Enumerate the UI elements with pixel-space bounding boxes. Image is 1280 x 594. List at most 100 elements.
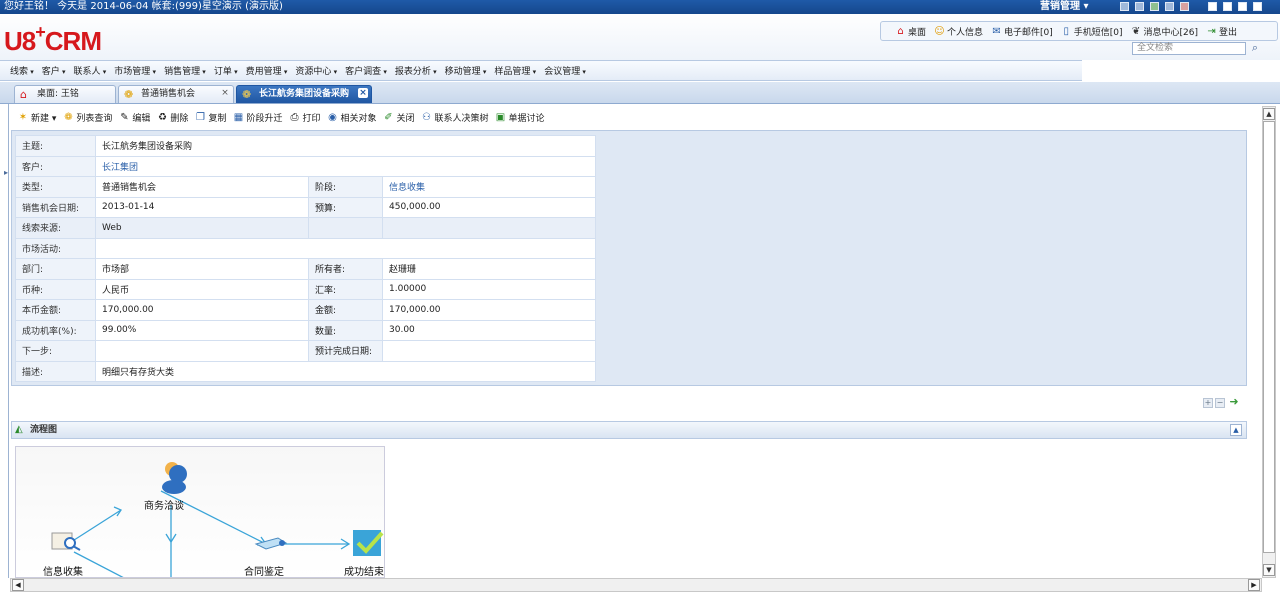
discussion-icon: ▣ bbox=[495, 111, 506, 123]
field-label: 预计完成日期: bbox=[308, 340, 383, 362]
menu-leads[interactable]: 线索 bbox=[10, 64, 34, 77]
search-icon[interactable]: ⌕ bbox=[1248, 41, 1262, 55]
opportunity-icon: ❁ bbox=[242, 88, 252, 101]
window-icon[interactable] bbox=[1253, 2, 1262, 11]
chart-icon: ◭ bbox=[15, 424, 23, 435]
local-amount-value: 170,000.00 bbox=[95, 299, 309, 321]
tab-opportunity-list[interactable]: ❁ 普通销售机会 × bbox=[118, 85, 234, 103]
customer-link[interactable]: 长江集团 bbox=[95, 155, 596, 177]
field-label: 类型: bbox=[15, 176, 96, 198]
budget-value: 450,000.00 bbox=[382, 196, 596, 218]
field-label: 主题: bbox=[15, 135, 96, 157]
type-value: 普通销售机会 bbox=[95, 176, 309, 198]
flow-node-contract[interactable]: 合同鉴定 bbox=[244, 563, 284, 577]
owner-value: 赵珊珊 bbox=[382, 258, 596, 280]
menu-customers[interactable]: 客户 bbox=[42, 64, 66, 77]
menu-resources[interactable]: 资源中心 bbox=[295, 64, 337, 77]
related-objects-button[interactable]: ◉ 相关对象 bbox=[326, 111, 376, 124]
scroll-down-icon[interactable]: ▼ bbox=[1263, 564, 1275, 576]
layout-icon[interactable] bbox=[1135, 2, 1144, 11]
currency-value: 人民币 bbox=[95, 278, 309, 300]
menu-orders[interactable]: 订单 bbox=[214, 64, 238, 77]
horizontal-scrollbar[interactable]: ◀ ▶ bbox=[10, 578, 1262, 592]
field-label: 下一步: bbox=[15, 340, 96, 362]
tab-opportunity-detail[interactable]: ❁ 长江航务集团设备采购 × bbox=[236, 85, 372, 103]
search-input[interactable]: 全文检索 bbox=[1132, 42, 1246, 55]
field-label: 客户: bbox=[15, 155, 96, 177]
menu-survey[interactable]: 客户调查 bbox=[345, 64, 387, 77]
flow-node-negotiation[interactable]: 商务洽谈 bbox=[144, 497, 184, 512]
menu-expenses[interactable]: 费用管理 bbox=[246, 64, 288, 77]
close-icon[interactable]: × bbox=[358, 88, 368, 98]
logo: U8+CRM bbox=[4, 22, 102, 56]
module-selector[interactable]: 营销管理 ▾ bbox=[1040, 0, 1089, 14]
close-button[interactable]: ✐ 关闭 bbox=[383, 111, 414, 124]
success-node-icon bbox=[353, 530, 384, 556]
contact-tree-button[interactable]: ⚇ 联系人决策树 bbox=[421, 111, 489, 124]
layout-icon[interactable] bbox=[1165, 2, 1174, 11]
detail-panel: 主题: 长江航务集团设备采购 客户: 长江集团 类型: 普通销售机会 阶段: 信… bbox=[11, 130, 1247, 386]
collapse-icon[interactable]: ▲ bbox=[1230, 424, 1242, 436]
edit-button[interactable]: ✎ 编辑 bbox=[118, 111, 150, 124]
window-icon[interactable] bbox=[1223, 2, 1232, 11]
edit-icon: ✎ bbox=[120, 111, 129, 123]
expand-icon[interactable]: + bbox=[1203, 398, 1213, 408]
new-button[interactable]: ✶ 新建 ▾ bbox=[17, 111, 57, 124]
field-label: 成功机率(%): bbox=[15, 319, 96, 341]
close-doc-icon: ✐ bbox=[384, 111, 393, 123]
field-label: 阶段: bbox=[308, 176, 383, 198]
print-icon: ⎙ bbox=[290, 111, 299, 123]
list-query-button[interactable]: ❁ 列表查询 bbox=[62, 111, 112, 124]
email-link[interactable]: ✉ 电子邮件[0] bbox=[991, 25, 1052, 38]
menu-contacts[interactable]: 联系人 bbox=[74, 64, 107, 77]
scroll-left-icon[interactable]: ◀ bbox=[12, 579, 24, 591]
close-icon[interactable]: × bbox=[220, 88, 230, 98]
layout-icon[interactable] bbox=[1180, 2, 1189, 11]
layout-icon[interactable] bbox=[1120, 2, 1129, 11]
field-label: 线索来源: bbox=[15, 217, 96, 239]
delete-icon: ♻ bbox=[157, 111, 167, 123]
flowchart-header: ◭ 流程图 ▲ bbox=[11, 421, 1247, 439]
window-icon[interactable] bbox=[1208, 2, 1217, 11]
copy-button[interactable]: ❐ 复制 bbox=[194, 111, 227, 124]
scroll-thumb[interactable] bbox=[1263, 121, 1275, 553]
menu-mobile[interactable]: 移动管理 bbox=[445, 64, 487, 77]
query-icon: ❁ bbox=[64, 111, 73, 123]
delete-button[interactable]: ♻ 删除 bbox=[156, 111, 189, 124]
print-button[interactable]: ⎙ 打印 bbox=[288, 111, 320, 124]
discussion-button[interactable]: ▣ 单据讨论 bbox=[495, 111, 545, 124]
scroll-up-icon[interactable]: ▲ bbox=[1263, 108, 1275, 120]
menu-marketing[interactable]: 市场管理 bbox=[114, 64, 156, 77]
sms-link[interactable]: ▯ 手机短信[0] bbox=[1061, 25, 1123, 38]
menu-sales[interactable]: 销售管理 bbox=[164, 64, 206, 77]
campaign-value bbox=[95, 237, 596, 259]
scroll-right-icon[interactable]: ▶ bbox=[1248, 579, 1260, 591]
desktop-link[interactable]: ⌂ 桌面 bbox=[895, 25, 926, 38]
layout-icon[interactable] bbox=[1150, 2, 1159, 11]
stage-link[interactable]: 信息收集 bbox=[382, 176, 596, 198]
header-links: ⌂ 桌面 ☺ 个人信息 ✉ 电子邮件[0] ▯ 手机短信[0] ❦ 消息中心[26] ⇥ 登… bbox=[880, 21, 1278, 41]
menu-reports[interactable]: 报表分析 bbox=[395, 64, 437, 77]
collapse-icon[interactable]: − bbox=[1215, 398, 1225, 408]
stage-promote-button[interactable]: ▦ 阶段升迁 bbox=[232, 111, 283, 124]
arrow-right-icon[interactable]: ➜ bbox=[1227, 396, 1241, 408]
flow-node-success[interactable]: 成功结束 bbox=[344, 563, 384, 577]
field-label: 币种: bbox=[15, 278, 96, 300]
profile-link[interactable]: ☺ 个人信息 bbox=[934, 25, 983, 38]
menu-meetings[interactable]: 会议管理 bbox=[544, 64, 586, 77]
menu-samples[interactable]: 样品管理 bbox=[494, 64, 536, 77]
related-icon: ◉ bbox=[328, 111, 337, 123]
flow-node-info-collect[interactable]: 信息收集 bbox=[43, 563, 83, 577]
tab-desktop[interactable]: ⌂ 桌面: 王铭 bbox=[14, 85, 116, 103]
logout-link[interactable]: ⇥ 登出 bbox=[1206, 25, 1237, 38]
window-icon[interactable] bbox=[1238, 2, 1247, 11]
message-center-link[interactable]: ❦ 消息中心[26] bbox=[1131, 25, 1198, 38]
home-icon: ⌂ bbox=[20, 88, 27, 101]
vertical-scrollbar[interactable]: ▲ ▼ bbox=[1262, 106, 1276, 578]
field-label: 汇率: bbox=[308, 278, 383, 300]
negotiation-node-icon bbox=[162, 462, 187, 494]
field-label: 市场活动: bbox=[15, 237, 96, 259]
detail-form: 主题: 长江航务集团设备采购 客户: 长江集团 类型: 普通销售机会 阶段: 信… bbox=[15, 135, 596, 382]
probability-value: 99.00% bbox=[95, 319, 309, 341]
date-value: 2013-01-14 bbox=[95, 196, 309, 218]
